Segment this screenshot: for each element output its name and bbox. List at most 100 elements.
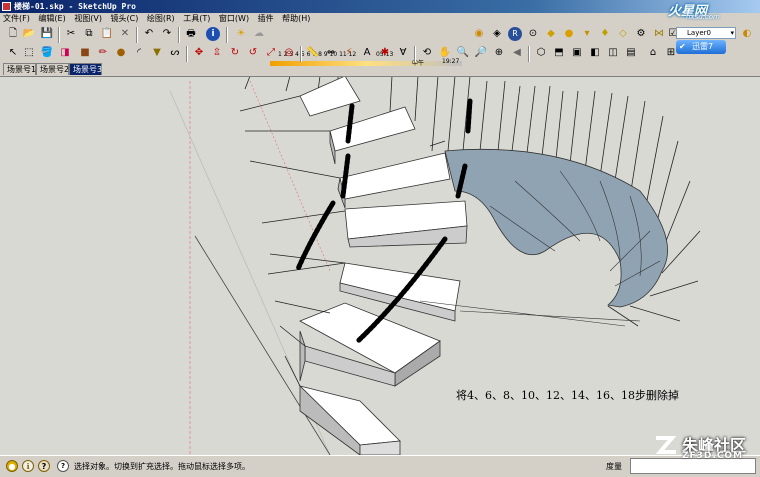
lamp-icon[interactable]: ♦ xyxy=(598,27,612,41)
print-icon[interactable]: 🖶 xyxy=(184,27,198,41)
scale-icon[interactable]: ⤢ xyxy=(264,46,278,60)
geo-location-icon[interactable]: ● xyxy=(6,460,18,472)
menu-edit[interactable]: 编辑(E) xyxy=(35,13,68,25)
menu-window[interactable]: 窗口(W) xyxy=(216,13,252,25)
menu-view[interactable]: 视图(V) xyxy=(71,13,105,25)
layer-palette-icon[interactable]: ◉ xyxy=(472,27,486,41)
zoom-icon[interactable]: 🔍 xyxy=(456,46,470,60)
layer-manager-icon[interactable]: ◐ xyxy=(740,27,754,41)
3d-text-icon[interactable]: Ɐ xyxy=(396,46,410,60)
toolbar-separator xyxy=(528,46,530,62)
open-file-icon[interactable]: 📂 xyxy=(22,27,36,41)
toolbar-separator xyxy=(136,27,138,43)
home-icon[interactable]: ⌂ xyxy=(646,46,660,60)
protractor-icon[interactable]: ⚡ xyxy=(342,46,356,60)
material-icon[interactable]: ◇ xyxy=(616,27,630,41)
follow-me-icon[interactable]: ↺ xyxy=(246,46,260,60)
arc-icon[interactable]: ◜ xyxy=(132,46,146,60)
help-question-icon[interactable]: ? xyxy=(57,460,69,472)
pan-icon[interactable]: ✋ xyxy=(438,46,452,60)
title-bar: 楼梯-01.skp - SketchUp Pro xyxy=(0,0,760,13)
tab-scene-1[interactable]: 场景号1 xyxy=(3,63,36,75)
render-r-icon[interactable]: R xyxy=(508,27,522,41)
drawing-toolbar: ↖ ⬚ 🪣 ◨ ■ ✏ ● ◜ ▼ ᔕ ✥ ⇫ ↻ ↺ ⤢ ◎ 📏 ⇔ ⚡ A … xyxy=(2,44,682,64)
cut-icon[interactable]: ✂ xyxy=(64,27,78,41)
model-viewport[interactable]: 将4、6、8、10、12、14、16、18步删除掉 xyxy=(0,76,760,455)
step-deletion-annotation: 将4、6、8、10、12、14、16、18步删除掉 xyxy=(456,389,679,402)
undo-icon[interactable]: ↶ xyxy=(142,27,156,41)
select-arrow-icon[interactable]: ↖ xyxy=(6,46,20,60)
save-icon[interactable]: 💾 xyxy=(40,27,54,41)
zf3d-watermark-logo: 朱峰社区 ZF3D.COM xyxy=(630,432,760,476)
top-view-icon[interactable]: ⬒ xyxy=(552,46,566,60)
right-view-icon[interactable]: ◧ xyxy=(588,46,602,60)
left-view-icon[interactable]: ▤ xyxy=(624,46,638,60)
back-view-icon[interactable]: ◫ xyxy=(606,46,620,60)
zoom-window-icon[interactable]: 🔎 xyxy=(474,46,488,60)
rectangle-icon[interactable]: ■ xyxy=(78,46,92,60)
zoom-extents-icon[interactable]: ⊕ xyxy=(492,46,506,60)
paste-icon[interactable]: 📋 xyxy=(100,27,114,41)
paint-bucket-icon[interactable]: 🪣 xyxy=(40,46,54,60)
menu-camera[interactable]: 镜头(C) xyxy=(108,13,142,25)
sun-icon[interactable]: ● xyxy=(562,27,576,41)
credits-icon[interactable]: ℹ xyxy=(22,460,34,472)
make-component-icon[interactable]: ⬚ xyxy=(22,46,36,60)
orbit-icon[interactable]: ⊙ xyxy=(526,27,540,41)
iso-view-icon[interactable]: ⬡ xyxy=(534,46,548,60)
spiral-landing xyxy=(444,149,668,308)
instructor-icon[interactable]: ? xyxy=(38,460,50,472)
tab-scene-3[interactable]: 场景号3 xyxy=(69,63,102,75)
menu-plugins[interactable]: 插件 xyxy=(255,13,277,25)
options-icon[interactable]: ⚙ xyxy=(634,27,648,41)
zf3d-logo-icon xyxy=(655,436,677,454)
paint-tag-icon[interactable]: ◆ xyxy=(544,27,558,41)
pencil-icon[interactable]: ✏ xyxy=(96,46,110,60)
menu-draw[interactable]: 绘图(R) xyxy=(144,13,178,25)
model-info-icon[interactable]: i xyxy=(206,27,220,41)
dimension-icon[interactable]: ⇔ xyxy=(324,46,338,60)
polygon-icon[interactable]: ▼ xyxy=(150,46,164,60)
warehouse-icon[interactable]: ⊞ xyxy=(664,46,678,60)
push-pull-icon[interactable]: ⇫ xyxy=(210,46,224,60)
menu-help[interactable]: 帮助(H) xyxy=(279,13,313,25)
xunlei-badge[interactable]: ✔ 迅雷7 xyxy=(676,40,726,54)
circle-icon[interactable]: ● xyxy=(114,46,128,60)
walkthrough-icon[interactable]: ◈ xyxy=(490,27,504,41)
layer-dropdown[interactable]: Layer0 ▾ xyxy=(676,27,736,39)
move-icon[interactable]: ✥ xyxy=(192,46,206,60)
freehand-icon[interactable]: ᔕ xyxy=(168,46,182,60)
new-file-icon[interactable]: 🗋 xyxy=(6,27,20,41)
window-title: 楼梯-01.skp - SketchUp Pro xyxy=(14,2,136,11)
erase-icon[interactable]: ✕ xyxy=(118,27,132,41)
toolbar-separator xyxy=(186,46,188,62)
measurements-label: 度量 xyxy=(606,462,622,471)
menu-file[interactable]: 文件(F) xyxy=(0,13,33,25)
toolbar-separator xyxy=(178,27,180,43)
toolbar-separator xyxy=(414,46,416,62)
eraser-icon[interactable]: ◨ xyxy=(58,46,72,60)
redo-icon[interactable]: ↷ xyxy=(160,27,174,41)
tape-measure-icon[interactable]: 📏 xyxy=(306,46,320,60)
status-hint: 选择对象。切换到扩充选择。拖动鼠标选择多项。 xyxy=(74,462,250,471)
text-icon[interactable]: A xyxy=(360,46,374,60)
tab-scene-2[interactable]: 场景号2 xyxy=(36,63,69,75)
front-view-icon[interactable]: ▣ xyxy=(570,46,584,60)
bowtie-icon[interactable]: ⋈ xyxy=(652,27,666,41)
axes-icon[interactable]: ✱ xyxy=(378,46,392,60)
current-layer-label: Layer0 xyxy=(687,29,711,37)
light-icon[interactable]: ▾ xyxy=(580,27,594,41)
hxsd-watermark-url: hxsd.com xyxy=(686,13,720,21)
menu-bar: 文件(F) 编辑(E) 视图(V) 镜头(C) 绘图(R) 工具(T) 窗口(W… xyxy=(0,13,680,25)
fog-icon[interactable]: ☁ xyxy=(252,27,266,41)
previous-view-icon[interactable]: ◀ xyxy=(510,46,524,60)
shadow-settings-icon[interactable]: ☀ xyxy=(234,27,248,41)
chevron-down-icon: ▾ xyxy=(730,29,734,37)
hxsd-watermark-logo: 火星网 hxsd.com xyxy=(668,0,756,24)
toolbar-separator xyxy=(58,27,60,43)
menu-tools[interactable]: 工具(T) xyxy=(180,13,213,25)
copy-icon[interactable]: ⧉ xyxy=(82,27,96,41)
offset-icon[interactable]: ◎ xyxy=(282,46,296,60)
orbit-tool-icon[interactable]: ⟲ xyxy=(420,46,434,60)
rotate-icon[interactable]: ↻ xyxy=(228,46,242,60)
